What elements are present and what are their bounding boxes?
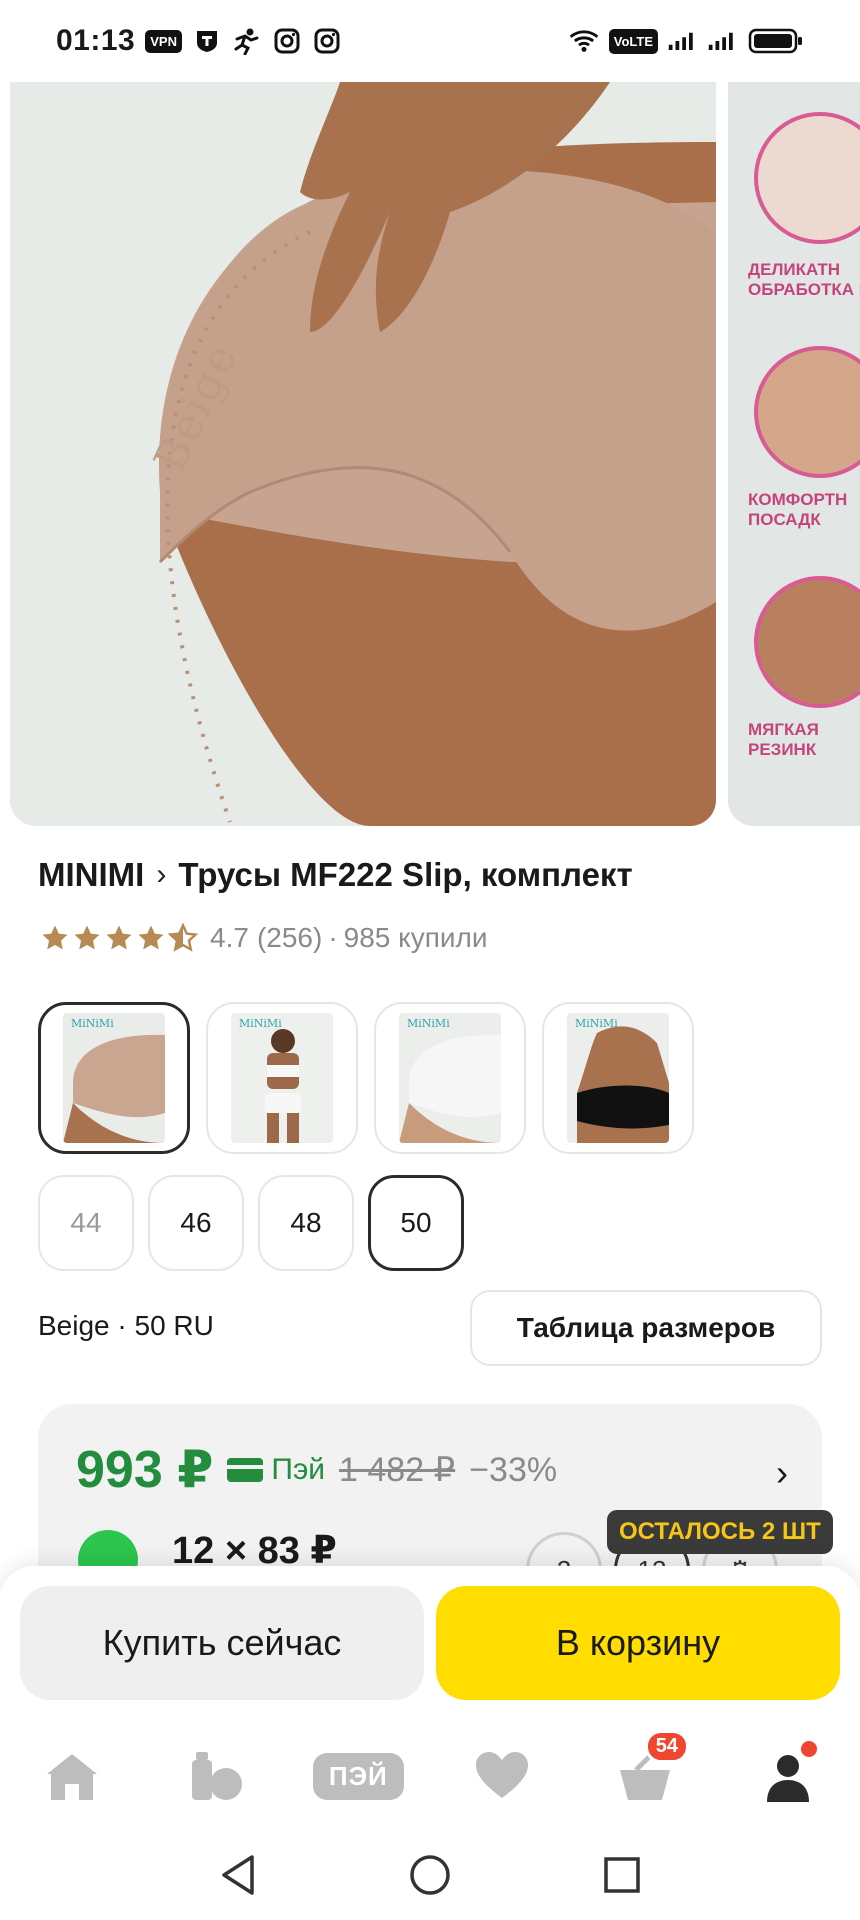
feature-label-2: КОМФОРТН ПОСАДК — [748, 490, 848, 529]
tab-cart[interactable]: 54 — [595, 1730, 695, 1816]
star-icon — [138, 925, 164, 950]
variant-black[interactable]: MiNiMi — [542, 1002, 694, 1154]
svg-text:MiNiMi: MiNiMi — [575, 1017, 618, 1030]
vpn-icon: VPN — [145, 29, 182, 53]
tab-pay[interactable]: ПЭЙ — [308, 1736, 408, 1816]
battery-icon — [748, 26, 804, 56]
volte-icon: VoLTE — [608, 28, 658, 54]
star-icon — [42, 925, 68, 950]
tab-favorites[interactable] — [452, 1736, 552, 1816]
svg-text:MiNiMi: MiNiMi — [407, 1017, 450, 1030]
size-table-button[interactable]: Таблица размеров — [470, 1290, 822, 1366]
pay-label: Пэй — [271, 1453, 326, 1486]
product-gallery[interactable]: Beige ДЕЛИКАТН ОБРАБОТКА К КОМФОРТН ПОСА… — [10, 82, 860, 826]
status-right: VoLTE — [569, 26, 804, 56]
tinkoff-icon — [192, 26, 222, 56]
tab-catalog[interactable] — [165, 1736, 265, 1816]
star-half-icon — [168, 923, 198, 952]
variant-thumb-image: MiNiMi — [231, 1013, 333, 1143]
rating-row[interactable]: 4.7 (256) · 985 купили — [40, 922, 487, 954]
feature-label-3: МЯГКАЯ РЕЗИНК — [748, 720, 819, 759]
product-title: MINIMI › Трусы MF222 Slip, комплект — [38, 856, 838, 894]
pay-price-label: Пэй — [227, 1453, 325, 1487]
star-icon — [74, 925, 100, 950]
product-name: Трусы MF222 Slip, комплект — [178, 856, 633, 893]
signal-icon-2 — [708, 26, 738, 56]
status-bar: 01:13 VPN VoLTE — [0, 0, 860, 82]
size-selector: 44 46 48 50 — [38, 1175, 464, 1271]
status-left: 01:13 VPN — [56, 24, 342, 58]
running-person-icon — [232, 26, 262, 56]
size-option-46[interactable]: 46 — [148, 1175, 244, 1271]
size-option-44[interactable]: 44 — [38, 1175, 134, 1271]
clock: 01:13 — [56, 24, 136, 57]
pay-icon: ПЭЙ — [312, 1752, 404, 1800]
variant-thumb-image: MiNiMi — [567, 1013, 669, 1143]
current-price: 993 ₽ — [76, 1441, 214, 1499]
variant-thumb-image: MiNiMi — [63, 1013, 165, 1143]
recents-icon[interactable] — [602, 1855, 642, 1895]
instagram-icon-2 — [312, 26, 342, 56]
variant-white[interactable]: MiNiMi — [374, 1002, 526, 1154]
discount-percent: −33% — [469, 1450, 558, 1489]
catalog-icon — [191, 1752, 242, 1800]
product-photo-main[interactable]: Beige — [10, 82, 716, 826]
card-icon — [227, 1458, 264, 1482]
instagram-icon — [272, 26, 302, 56]
home-icon — [46, 1754, 97, 1800]
bought-count: 985 купили — [343, 922, 488, 953]
system-nav-bar — [0, 1830, 860, 1920]
size-option-50[interactable]: 50 — [368, 1175, 464, 1271]
rating-stars — [40, 923, 198, 953]
chevron-right-icon: › — [156, 858, 167, 891]
buy-now-button[interactable]: Купить сейчас — [20, 1586, 424, 1700]
variant-white-model[interactable]: MiNiMi — [206, 1002, 358, 1154]
variant-beige[interactable]: MiNiMi — [38, 1002, 190, 1154]
reviews-count: (256) — [256, 922, 323, 953]
size-option-48[interactable]: 48 — [258, 1175, 354, 1271]
star-icon — [106, 925, 132, 950]
price-row: 993 ₽ Пэй 1 482 ₽ −33% — [76, 1440, 557, 1500]
back-icon[interactable] — [218, 1853, 258, 1897]
separator-dot: · — [328, 922, 338, 953]
feature-label-1: ДЕЛИКАТН ОБРАБОТКА К — [748, 260, 860, 299]
tab-profile[interactable] — [738, 1736, 838, 1816]
color-variants: MiNiMi MiNiMi MiNiMi MiNiMi — [38, 1002, 694, 1154]
add-to-cart-button[interactable]: В корзину — [436, 1586, 840, 1700]
home-circle-icon[interactable] — [408, 1853, 452, 1897]
signal-icon-1 — [668, 26, 698, 56]
variant-thumb-image: MiNiMi — [399, 1013, 501, 1143]
old-price: 1 482 ₽ — [339, 1451, 456, 1489]
bottom-tab-bar: ПЭЙ 54 — [0, 1726, 860, 1826]
svg-text:MiNiMi: MiNiMi — [71, 1017, 114, 1030]
chevron-right-icon[interactable]: › — [776, 1452, 788, 1494]
wifi-icon — [569, 26, 599, 56]
cart-count-badge: 54 — [644, 1730, 689, 1763]
brand-link[interactable]: MINIMI — [38, 856, 144, 894]
product-photo-second[interactable]: ДЕЛИКАТН ОБРАБОТКА К КОМФОРТН ПОСАДК МЯГ… — [728, 82, 860, 826]
heart-icon — [475, 1752, 528, 1798]
tab-home[interactable] — [22, 1736, 122, 1816]
rating-value: 4.7 — [210, 922, 249, 953]
stock-left-badge: ОСТАЛОСЬ 2 ШТ — [607, 1510, 833, 1554]
selected-variant-text: Beige · 50 RU — [38, 1310, 214, 1341]
svg-text:MiNiMi: MiNiMi — [239, 1017, 282, 1030]
